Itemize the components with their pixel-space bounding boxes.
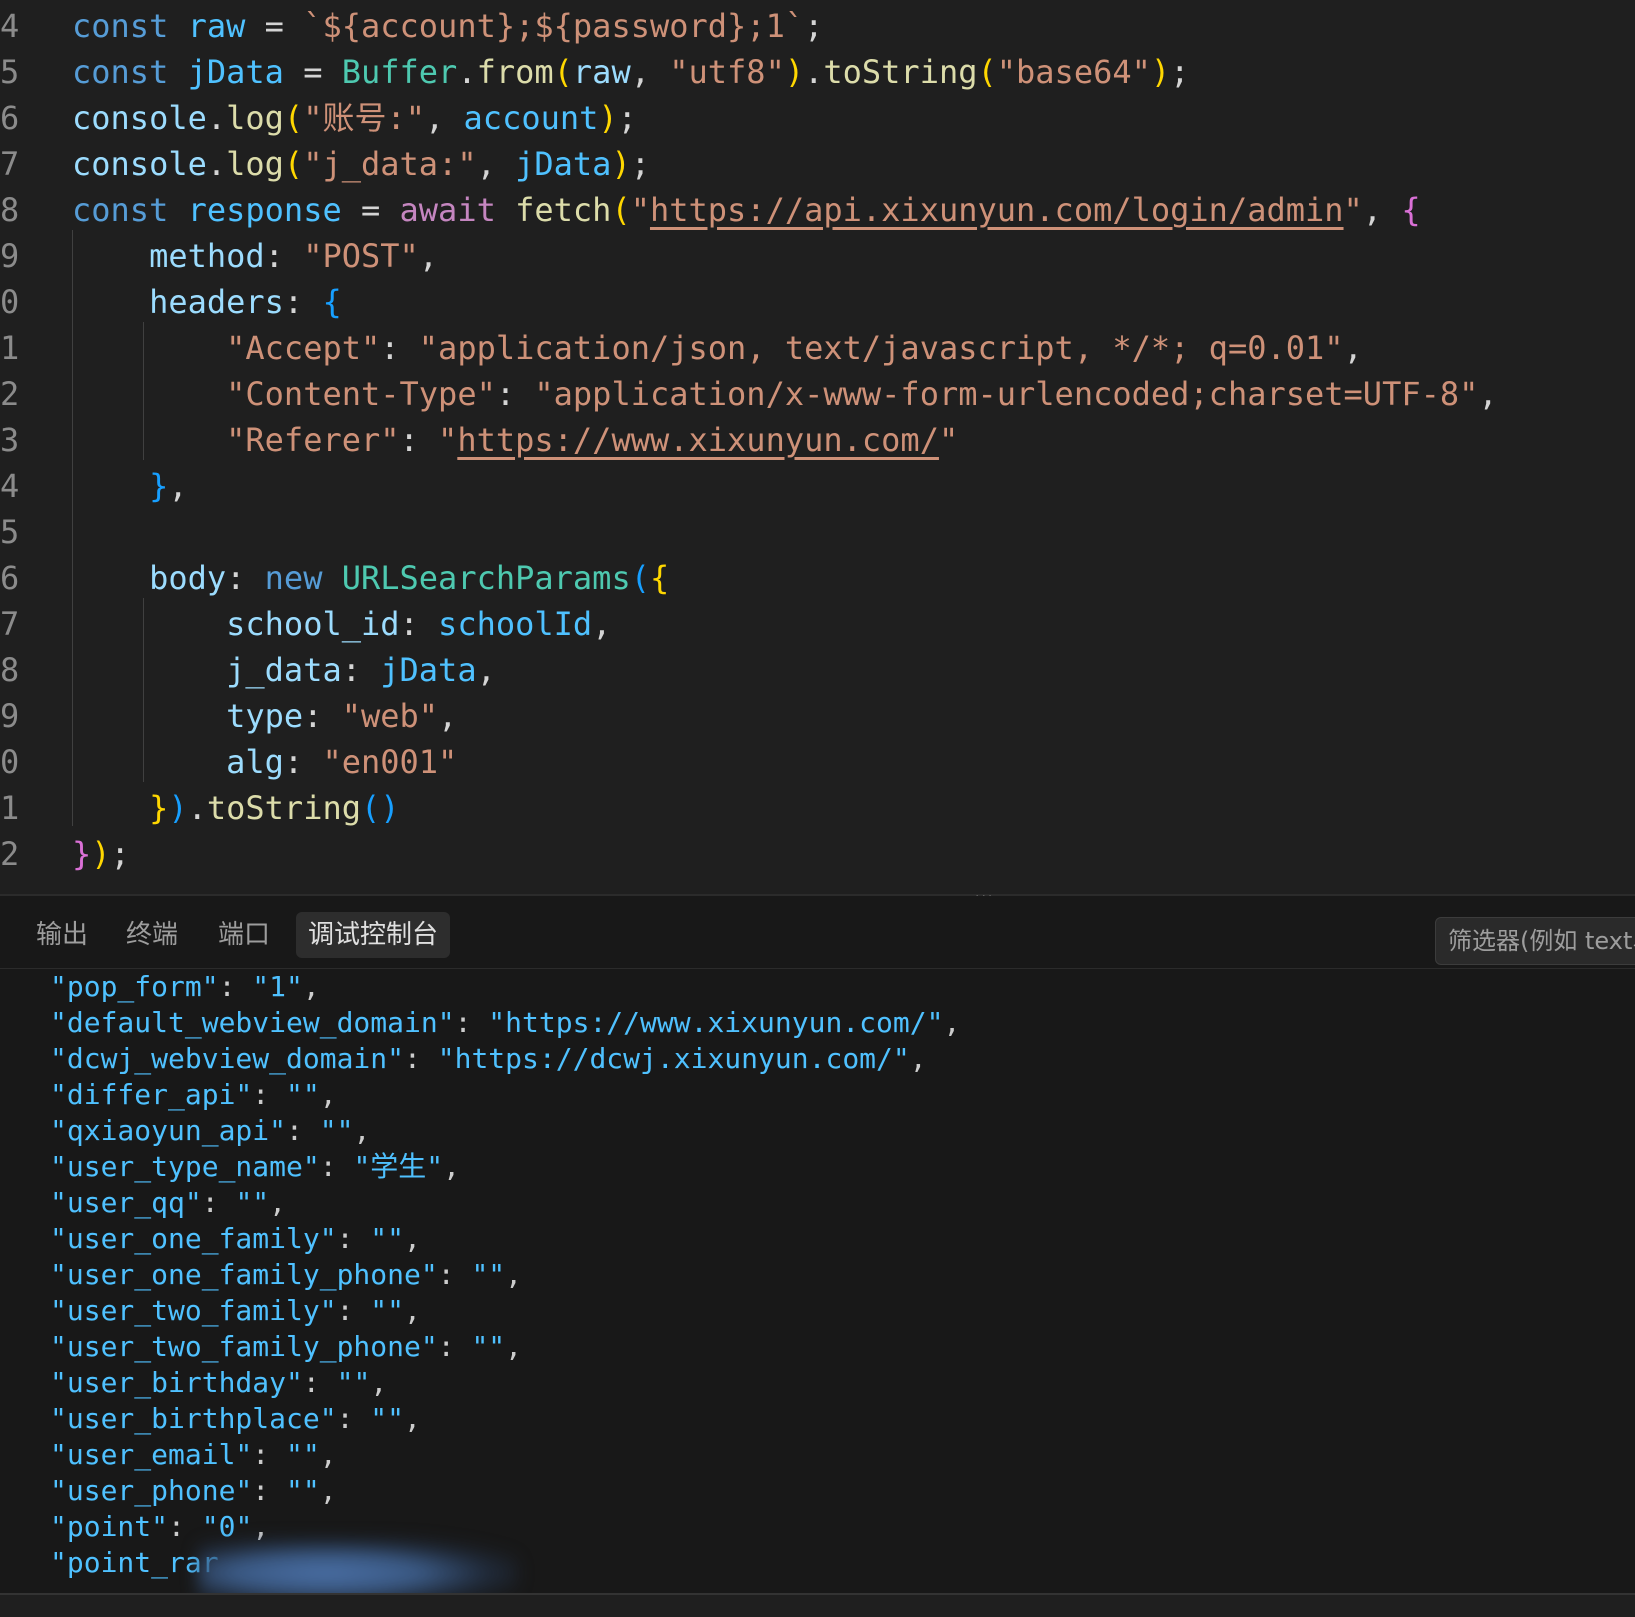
code-line: 3 "Referer": "https://www.xixunyun.com/" (0, 417, 1635, 463)
console-line: "user_one_family": "", (50, 1222, 421, 1255)
code-line: 0 headers: { (0, 279, 1635, 325)
debug-console-output[interactable]: "pop_form": "1", "default_webview_domain"… (0, 969, 1635, 1593)
code-line: 4 }, (0, 463, 1635, 509)
code-line: 9 method: "POST", (0, 233, 1635, 279)
line-number: 4 (0, 7, 20, 45)
code-line: 4 const raw = `${account};${password};1`… (0, 3, 1635, 49)
code-line: 0 alg: "en001" (0, 739, 1635, 785)
line-number: 5 (0, 53, 20, 91)
line-number: 7 (0, 605, 20, 643)
line-number: 6 (0, 99, 20, 137)
console-line: "qxiaoyun_api": "", (50, 1114, 371, 1147)
line-number: 9 (0, 237, 20, 275)
tab-debug-console[interactable]: 调试控制台 (296, 912, 451, 958)
code-line: 5 const jData = Buffer.from(raw, "utf8")… (0, 49, 1635, 95)
filter-input[interactable]: 筛选器(例如 text、 (1435, 917, 1635, 965)
status-strip (0, 1593, 1635, 1617)
code-line: 2 }); (0, 831, 1635, 877)
line-number: 1 (0, 329, 20, 367)
code-line: 6 body: new URLSearchParams({ (0, 555, 1635, 601)
panel-tab-bar: 输出 终端 端口 调试控制台 (0, 896, 1635, 969)
code-line: 1 }).toString() (0, 785, 1635, 831)
code-line: 5 (0, 509, 1635, 555)
console-line: "user_birthplace": "", (50, 1402, 421, 1435)
console-line: "differ_api": "", (50, 1078, 337, 1111)
console-line: "user_phone": "", (50, 1474, 337, 1507)
console-line: "dcwj_webview_domain": "https://dcwj.xix… (50, 1042, 927, 1075)
login-url-link[interactable]: https://api.xixunyun.com/login/admin (650, 191, 1344, 229)
code-line: 9 type: "web", (0, 693, 1635, 739)
code-editor[interactable]: 4 const raw = `${account};${password};1`… (0, 0, 1635, 896)
line-number: 9 (0, 697, 20, 735)
code-line: 7 school_id: schoolId, (0, 601, 1635, 647)
line-number: 0 (0, 283, 20, 321)
code-line: 8 const response = await fetch("https://… (0, 187, 1635, 233)
tab-terminal[interactable]: 终端 (114, 912, 190, 958)
console-line: "user_qq": "", (50, 1186, 287, 1219)
line-number: 6 (0, 559, 20, 597)
line-number: 8 (0, 651, 20, 689)
console-line: "user_birthday": "", (50, 1366, 388, 1399)
console-line: "user_email": "", (50, 1438, 337, 1471)
line-number: 2 (0, 835, 20, 873)
code-line: 8 j_data: jData, (0, 647, 1635, 693)
console-line: "point_rar (50, 1546, 219, 1579)
line-number: 7 (0, 145, 20, 183)
line-number: 5 (0, 513, 20, 551)
console-line: "user_type_name": "学生", (50, 1150, 461, 1183)
line-number: 8 (0, 191, 20, 229)
line-number: 3 (0, 421, 20, 459)
line-number: 4 (0, 467, 20, 505)
console-line: "user_two_family": "", (50, 1294, 421, 1327)
tab-output[interactable]: 输出 (24, 912, 100, 958)
tab-ports[interactable]: 端口 (206, 912, 282, 958)
code-line: 1 "Accept": "application/json, text/java… (0, 325, 1635, 371)
referer-url-link[interactable]: https://www.xixunyun.com/ (457, 421, 939, 459)
code-line: 6 console.log("账号:", account); (0, 95, 1635, 141)
code-line: 2 "Content-Type": "application/x-www-for… (0, 371, 1635, 417)
console-line: "default_webview_domain": "https://www.x… (50, 1006, 961, 1039)
console-line: "pop_form": "1", (50, 970, 320, 1003)
line-number: 0 (0, 743, 20, 781)
code-line: 7 console.log("j_data:", jData); (0, 141, 1635, 187)
line-number: 1 (0, 789, 20, 827)
console-line: "user_two_family_phone": "", (50, 1330, 523, 1363)
console-line: "user_one_family_phone": "", (50, 1258, 523, 1291)
line-number: 2 (0, 375, 20, 413)
